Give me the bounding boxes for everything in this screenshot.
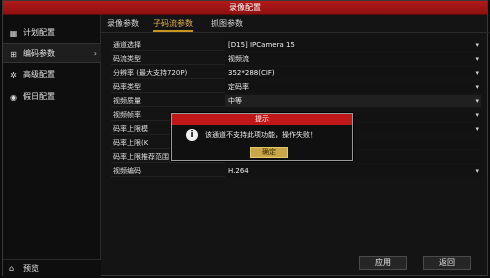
sidebar-item-label: 计划配置 — [23, 28, 55, 37]
form-row-video-codec: 视频编码 H.264 ▾ — [111, 165, 481, 177]
info-icon: i — [186, 129, 198, 141]
chevron-down-icon: ▾ — [475, 167, 479, 175]
home-icon: ⌂ — [9, 264, 15, 273]
chevron-right-icon: › — [93, 49, 97, 58]
form-row-channel: 通道选择 [D15] IPCamera 15 ▾ — [111, 39, 481, 51]
resolution-select[interactable]: 352*288(CIF) — [225, 67, 481, 79]
sidebar-item-holiday[interactable]: ◉ 假日配置 — [3, 87, 101, 107]
field-label: 码率上限推荐范围 — [113, 153, 169, 161]
alert-dialog: 提示 i 该通道不支持此项功能，操作失败！ 确定 — [171, 113, 353, 161]
field-label: 码率类型 — [113, 83, 141, 91]
video-quality-select[interactable]: 中等 — [225, 95, 481, 107]
preview-button[interactable]: ⌂ 预览 — [3, 259, 101, 277]
chevron-down-icon: ▾ — [475, 41, 479, 49]
config-window: 录像配置 ▦ 计划配置 ⊞ 编码参数 › ✲ 高级配置 ◉ 假日配置 ⌂ 预览 … — [2, 0, 489, 277]
chevron-down-icon: ▾ — [475, 97, 479, 105]
form-row-bitrate-type: 码率类型 定码率 ▾ — [111, 81, 481, 93]
holiday-icon: ◉ — [10, 93, 17, 102]
gear-icon: ✲ — [10, 71, 17, 80]
sidebar-item-label: 编码参数 — [23, 49, 55, 58]
window-title: 录像配置 — [229, 3, 261, 12]
bitrate-type-select[interactable]: 定码率 — [225, 81, 481, 93]
tab-snapshot-params[interactable]: 抓图参数 — [211, 18, 243, 29]
encode-icon: ⊞ — [10, 50, 17, 59]
title-bar: 录像配置 — [3, 1, 487, 15]
sidebar-item-label: 高级配置 — [23, 70, 55, 79]
chevron-down-icon: ▾ — [475, 125, 479, 133]
stream-type-select[interactable]: 视频流 — [225, 53, 481, 65]
apply-button[interactable]: 应用 — [359, 256, 407, 270]
calendar-icon: ▦ — [9, 29, 18, 38]
field-label: 通道选择 — [113, 41, 141, 49]
field-label: 码率上限模 — [113, 125, 148, 133]
sidebar-item-schedule[interactable]: ▦ 计划配置 — [3, 23, 101, 43]
sidebar-item-advanced[interactable]: ✲ 高级配置 — [3, 65, 101, 85]
field-label: 码率上限(K — [113, 139, 149, 147]
sidebar-item-label: 假日配置 — [23, 92, 55, 101]
channel-select[interactable]: [D15] IPCamera 15 — [225, 39, 481, 51]
chevron-down-icon: ▾ — [475, 55, 479, 63]
form-row-resolution: 分辨率 (最大支持720P) 352*288(CIF) ▾ — [111, 67, 481, 79]
field-label: 视频质量 — [113, 97, 141, 105]
field-label: 码流类型 — [113, 55, 141, 63]
tab-record-params[interactable]: 录像参数 — [107, 18, 139, 29]
chevron-down-icon: ▾ — [475, 69, 479, 77]
tab-bar: 录像参数 子码流参数 抓图参数 — [101, 15, 489, 33]
sidebar: ▦ 计划配置 ⊞ 编码参数 › ✲ 高级配置 ◉ 假日配置 ⌂ 预览 — [3, 15, 101, 277]
dialog-ok-button[interactable]: 确定 — [250, 147, 288, 158]
field-label: 视频帧率 — [113, 111, 141, 119]
dialog-title: 提示 — [172, 114, 352, 125]
form-row-stream-type: 码流类型 视频流 ▾ — [111, 53, 481, 65]
back-button[interactable]: 返回 — [423, 256, 471, 270]
tab-substream-params[interactable]: 子码流参数 — [153, 18, 193, 32]
field-label: 分辨率 (最大支持720P) — [113, 69, 188, 77]
dialog-message: 该通道不支持此项功能，操作失败！ — [205, 131, 317, 139]
form-row-video-quality: 视频质量 中等 ▾ — [111, 95, 481, 107]
field-label: 视频编码 — [113, 167, 141, 175]
preview-label: 预览 — [23, 264, 39, 273]
video-codec-select[interactable]: H.264 — [225, 165, 481, 177]
chevron-down-icon: ▾ — [475, 83, 479, 91]
chevron-down-icon: ▾ — [475, 111, 479, 119]
sidebar-item-encoding[interactable]: ⊞ 编码参数 › — [3, 43, 101, 63]
